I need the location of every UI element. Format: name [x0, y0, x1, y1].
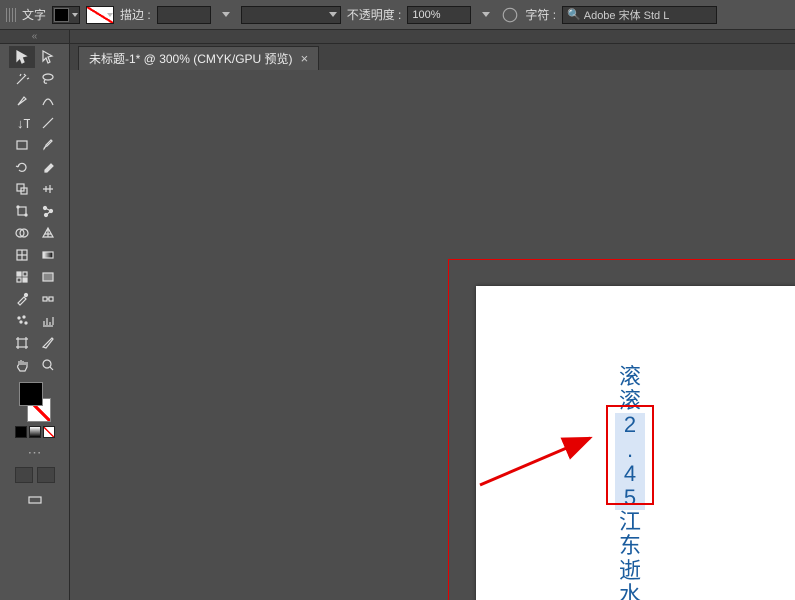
color-mode-none[interactable] [43, 426, 55, 438]
zoom-tool[interactable] [35, 354, 61, 376]
line-tool[interactable] [35, 112, 61, 134]
glyph: 江 [615, 510, 645, 534]
grip-icon [6, 8, 16, 22]
eraser-tool[interactable] [35, 156, 61, 178]
type-tool[interactable]: ↓T [9, 112, 35, 134]
document-area: 未标题-1* @ 300% (CMYK/GPU 预览) × 滚滚2.45江东逝水 [70, 44, 795, 600]
scale-tool[interactable] [9, 178, 35, 200]
panel-label: 文字 [22, 6, 46, 23]
hand-tool[interactable] [9, 354, 35, 376]
mesh-tool[interactable] [9, 244, 35, 266]
style-icon[interactable] [501, 6, 519, 24]
fill-swatch[interactable] [52, 6, 80, 24]
font-name: Adobe 宋体 Std L [584, 7, 670, 23]
close-icon[interactable]: × [301, 51, 309, 66]
color-mode-solid[interactable] [15, 426, 27, 438]
fill-box[interactable] [19, 382, 43, 406]
opacity-stepper-icon[interactable] [477, 6, 495, 24]
symbol-spray-tool[interactable] [9, 310, 35, 332]
perspective-tool[interactable] [35, 222, 61, 244]
selection-tool[interactable] [9, 46, 35, 68]
stroke-label: 描边 : [120, 6, 151, 23]
more-tools-icon[interactable]: ⋯ [28, 444, 42, 461]
puppet-tool[interactable] [35, 200, 61, 222]
glyph: 逝 [615, 559, 645, 583]
direct-selection-tool[interactable] [35, 46, 61, 68]
glyph: 东 [615, 534, 645, 558]
main-area: ↓T ⋯ 未标题-1* @ 300% (C [0, 44, 795, 600]
swatch-tool[interactable] [35, 266, 61, 288]
stroke-swatch[interactable] [86, 6, 114, 24]
glyph: 滚 [615, 365, 645, 389]
free-transform-tool[interactable] [9, 200, 35, 222]
magic-wand-tool[interactable] [9, 68, 35, 90]
pattern-tool[interactable] [9, 266, 35, 288]
font-family-field[interactable]: 🔍 Adobe 宋体 Std L [562, 6, 717, 24]
svg-text:↓T: ↓T [17, 116, 30, 131]
tab-title: 未标题-1* @ 300% (CMYK/GPU 预览) [89, 50, 293, 67]
opacity-input[interactable] [407, 6, 471, 24]
eyedropper-tool[interactable] [9, 288, 35, 310]
opacity-label: 不透明度 : [347, 6, 402, 23]
charset-label: 字符 : [525, 6, 556, 23]
tools-collapse-icon[interactable]: « [0, 30, 70, 43]
stroke-weight-input[interactable] [157, 6, 211, 24]
rectangle-tool[interactable] [9, 134, 35, 156]
full-screen-mode[interactable] [37, 467, 55, 483]
glyph: 水 [615, 583, 645, 600]
tools-panel: ↓T ⋯ [0, 44, 70, 600]
graph-tool[interactable] [35, 310, 61, 332]
screen-mode-row [15, 467, 55, 483]
color-mode-row [15, 426, 55, 438]
ruler-strip: « [0, 30, 795, 44]
width-tool[interactable] [35, 178, 61, 200]
rotate-tool[interactable] [9, 156, 35, 178]
document-tabs: 未标题-1* @ 300% (CMYK/GPU 预览) × [70, 44, 795, 70]
options-bar: 文字 描边 : 不透明度 : 字符 : 🔍 Adobe 宋体 Std L [0, 0, 795, 30]
shape-builder-tool[interactable] [9, 222, 35, 244]
annotation-box [606, 405, 654, 505]
curvature-tool[interactable] [35, 90, 61, 112]
search-icon: 🔍 [567, 8, 581, 21]
pen-tool[interactable] [9, 90, 35, 112]
annotation-arrow-icon [475, 430, 605, 490]
brush-definition-dropdown[interactable] [241, 6, 341, 24]
slice-tool[interactable] [35, 332, 61, 354]
brush-tool[interactable] [35, 134, 61, 156]
lasso-tool[interactable] [35, 68, 61, 90]
fill-stroke-control[interactable] [13, 382, 57, 422]
canvas[interactable]: 滚滚2.45江东逝水 [70, 70, 795, 600]
color-mode-gradient[interactable] [29, 426, 41, 438]
document-tab[interactable]: 未标题-1* @ 300% (CMYK/GPU 预览) × [78, 46, 319, 70]
edit-toolbar-icon[interactable] [9, 489, 61, 511]
normal-screen-mode[interactable] [15, 467, 33, 483]
artboard-tool[interactable] [9, 332, 35, 354]
stroke-stepper-icon[interactable] [217, 6, 235, 24]
blend-tool[interactable] [35, 288, 61, 310]
gradient-tool[interactable] [35, 244, 61, 266]
